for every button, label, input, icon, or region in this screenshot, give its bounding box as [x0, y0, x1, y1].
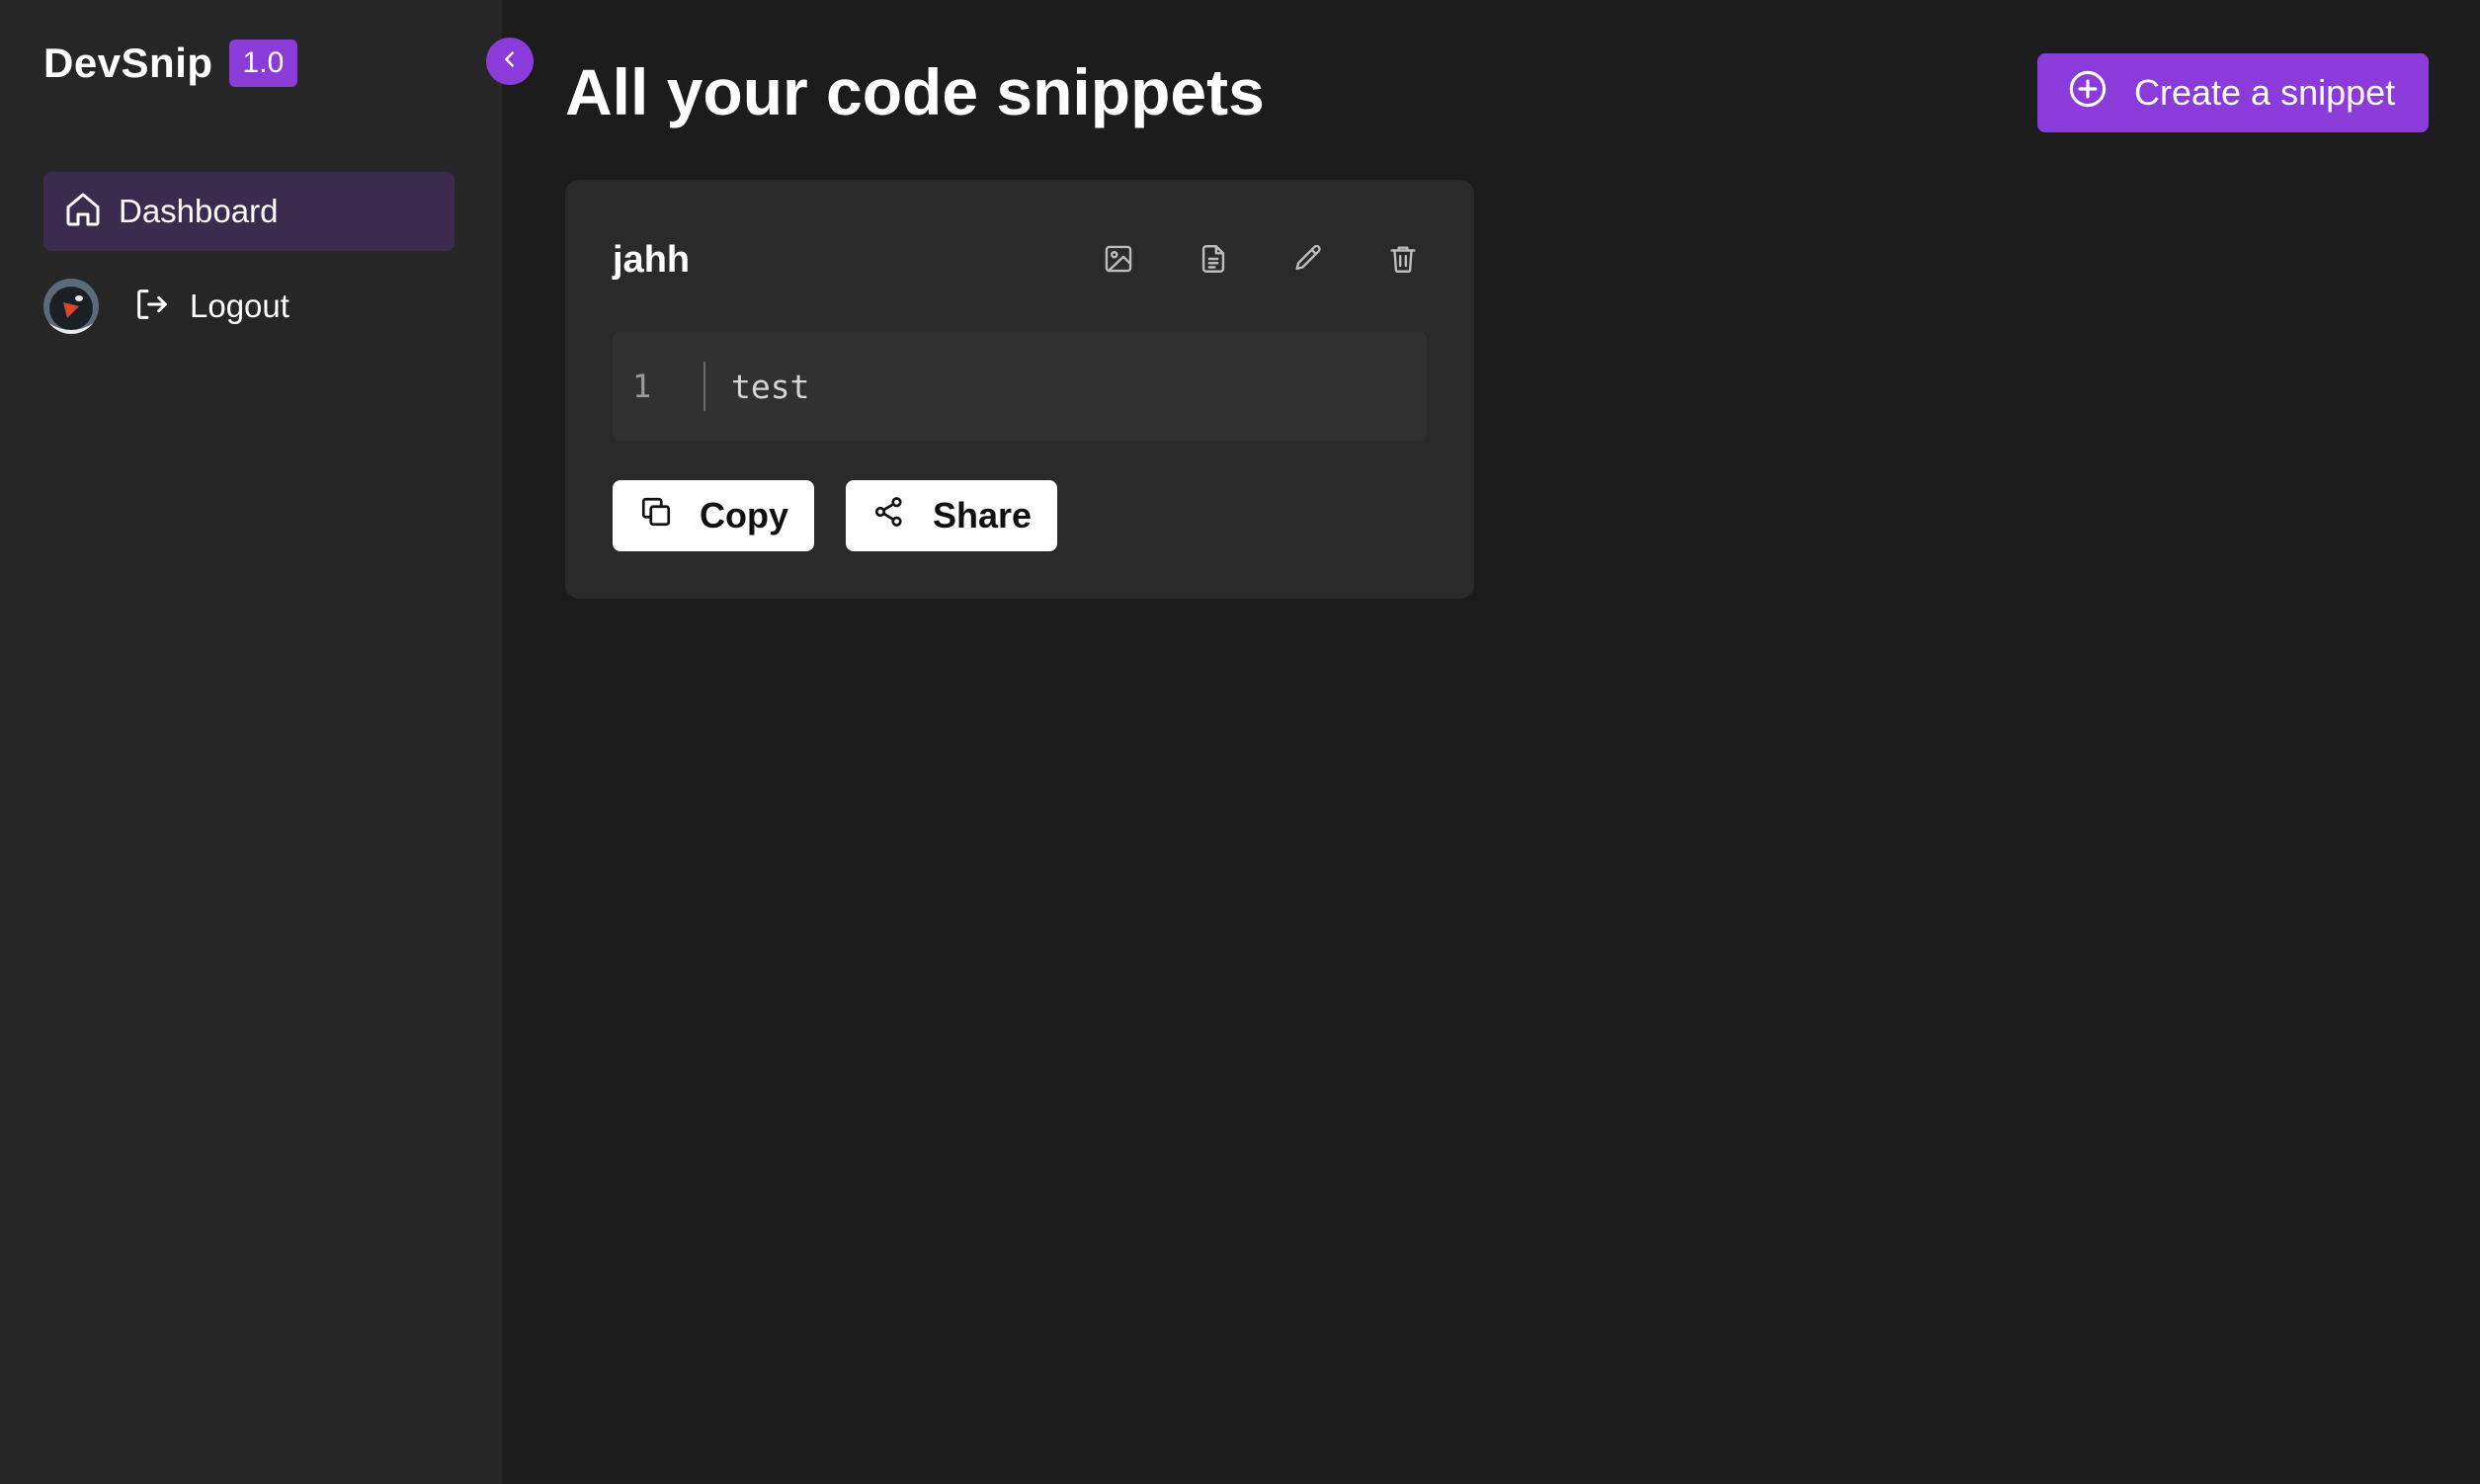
image-icon: [1102, 242, 1135, 281]
export-image-button[interactable]: [1099, 241, 1138, 281]
create-snippet-label: Create a snippet: [2134, 72, 2396, 113]
delete-snippet-button[interactable]: [1383, 241, 1423, 281]
brand: DevSnip 1.0: [43, 40, 298, 87]
logout-label: Logout: [190, 288, 289, 324]
chevron-left-icon: [499, 48, 521, 75]
app-root: DevSnip 1.0 Dashboard Logout All your co…: [0, 0, 2480, 1484]
copy-button[interactable]: Copy: [613, 480, 814, 551]
snippet-card: jahh 1 test Copy Share: [565, 180, 1474, 599]
code-line: test: [731, 367, 810, 406]
edit-snippet-button[interactable]: [1288, 241, 1328, 281]
share-icon: [871, 494, 907, 538]
page-title: All your code snippets: [565, 55, 1265, 128]
snippet-actions: [1099, 241, 1423, 281]
version-badge: 1.0: [228, 40, 298, 87]
avatar[interactable]: [43, 279, 99, 334]
sidebar-item-label: Dashboard: [119, 193, 279, 229]
share-label: Share: [933, 495, 1033, 536]
collapse-sidebar-button[interactable]: [486, 38, 534, 85]
user-row: Logout: [43, 277, 289, 336]
sidebar-item-dashboard[interactable]: Dashboard: [43, 172, 455, 251]
document-icon: [1197, 242, 1230, 281]
view-file-button[interactable]: [1194, 241, 1233, 281]
logout-button[interactable]: Logout: [132, 285, 289, 329]
home-icon: [63, 190, 103, 234]
snippet-title: jahh: [613, 239, 691, 281]
plus-circle-icon: [2067, 68, 2108, 119]
create-snippet-button[interactable]: Create a snippet: [2037, 53, 2429, 132]
pencil-icon: [1291, 242, 1325, 281]
copy-label: Copy: [700, 495, 788, 536]
share-button[interactable]: Share: [846, 480, 1058, 551]
logout-icon: [132, 285, 172, 329]
trash-icon: [1386, 242, 1420, 281]
copy-icon: [638, 494, 674, 538]
sidebar: DevSnip 1.0 Dashboard Logout: [0, 0, 502, 1484]
line-number: 1: [613, 362, 705, 411]
snippet-buttons: Copy Share: [613, 480, 1058, 551]
brand-name: DevSnip: [43, 40, 213, 86]
code-block[interactable]: 1 test: [613, 332, 1427, 441]
